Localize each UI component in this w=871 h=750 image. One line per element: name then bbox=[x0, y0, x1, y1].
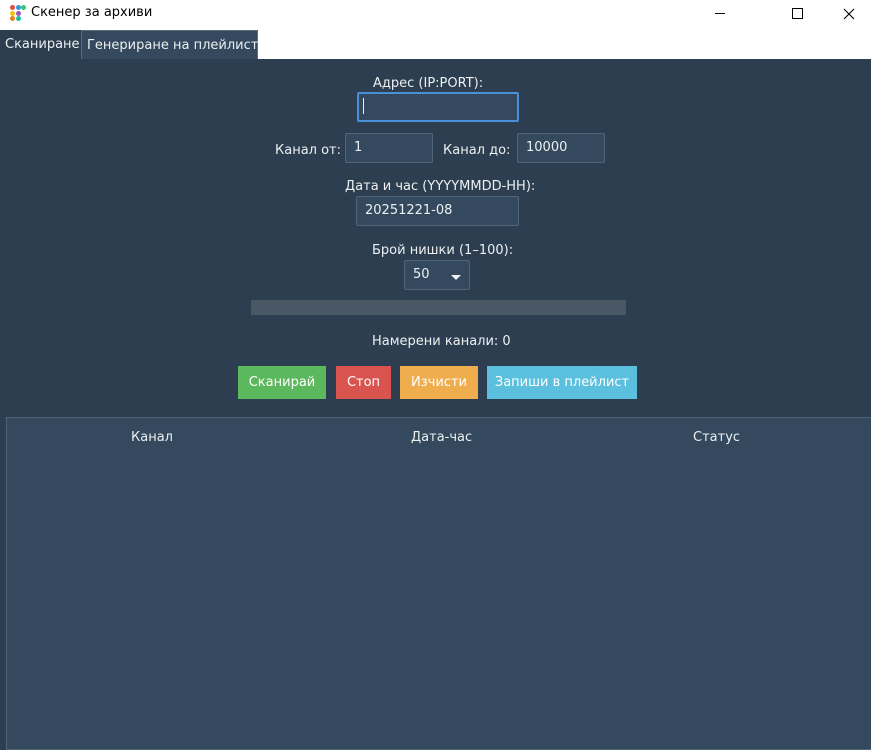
window-title: Скенер за архиви bbox=[31, 5, 153, 20]
address-input[interactable] bbox=[357, 92, 519, 122]
results-table[interactable]: Канал Дата-час Статус bbox=[6, 417, 871, 750]
stop-button[interactable]: Стоп bbox=[336, 366, 391, 399]
column-header-channel[interactable]: Канал bbox=[131, 430, 173, 445]
channel-to-input[interactable]: 10000 bbox=[517, 133, 605, 163]
maximize-button[interactable] bbox=[774, 0, 820, 27]
column-header-status[interactable]: Статус bbox=[693, 430, 740, 445]
save-playlist-button[interactable]: Запиши в плейлист bbox=[487, 366, 637, 399]
channel-from-input[interactable]: 1 bbox=[345, 133, 433, 163]
threads-value: 50 bbox=[413, 267, 430, 282]
datetime-label: Дата и час (YYYYMMDD-HH): bbox=[345, 179, 536, 194]
scan-button[interactable]: Сканирай bbox=[238, 366, 326, 399]
clear-button[interactable]: Изчисти bbox=[400, 366, 478, 399]
datetime-input[interactable]: 20251221-08 bbox=[356, 196, 519, 226]
channel-from-label: Канал от: bbox=[275, 143, 342, 158]
address-label: Адрес (IP:PORT): bbox=[373, 76, 484, 91]
title-bar: Скенер за архиви bbox=[0, 0, 871, 27]
tab-generate-playlist[interactable]: Генериране на плейлист bbox=[81, 30, 258, 59]
minimize-button[interactable] bbox=[697, 0, 743, 27]
app-icon bbox=[10, 5, 26, 21]
close-button[interactable] bbox=[826, 0, 871, 27]
column-header-datetime[interactable]: Дата-час bbox=[411, 430, 472, 445]
chevron-down-icon[interactable] bbox=[451, 275, 461, 280]
channel-to-label: Канал до: bbox=[443, 143, 511, 158]
found-channels-label: Намерени канали: 0 bbox=[372, 334, 511, 349]
close-icon bbox=[843, 8, 855, 19]
threads-spinbox[interactable]: 50 bbox=[404, 260, 470, 290]
tab-scan[interactable]: Сканиране bbox=[0, 30, 81, 59]
threads-label: Брой нишки (1–100): bbox=[372, 243, 514, 258]
progress-bar bbox=[251, 300, 626, 315]
